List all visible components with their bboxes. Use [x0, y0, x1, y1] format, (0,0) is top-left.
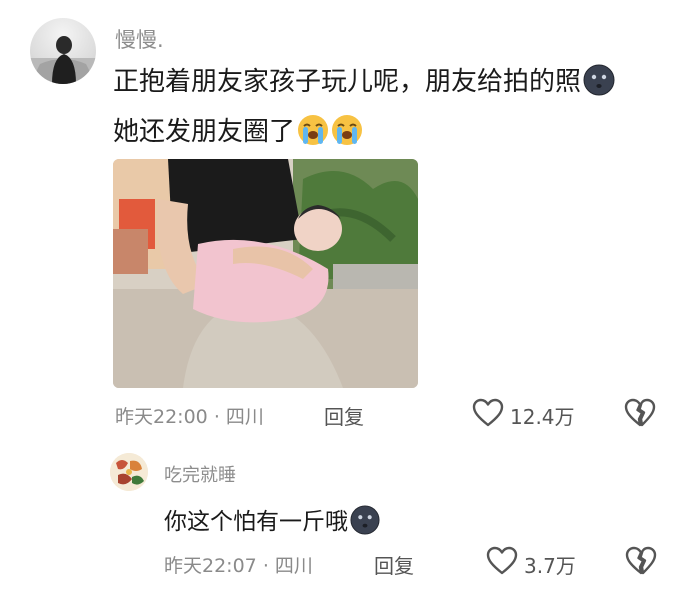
heart-outline-icon — [486, 546, 518, 576]
meta-separator: · — [262, 555, 269, 577]
reply-comment-meta: 昨天22:07 · 四川 — [164, 551, 313, 578]
broken-heart-icon — [625, 546, 657, 576]
main-comment-reply-button[interactable]: 回复 — [324, 401, 364, 430]
reply-comment-like-count: 3.7万 — [524, 554, 576, 578]
reply-comment-username[interactable]: 吃完就睡 — [164, 461, 236, 487]
main-comment-text-line1: 正抱着朋友家孩子玩儿呢，朋友给拍的照 — [113, 64, 615, 101]
meta-separator: · — [213, 406, 220, 428]
reply-comment-reply-button[interactable]: 回复 — [374, 550, 414, 579]
main-comment-text-line2-content: 她还发朋友圈了 — [113, 117, 296, 147]
broken-heart-icon — [624, 398, 656, 428]
main-comment-photo[interactable] — [113, 159, 418, 388]
heart-outline-icon — [472, 398, 504, 428]
loudly-crying-emoji-icon — [331, 114, 363, 151]
reply-comment-like-button[interactable] — [486, 546, 518, 576]
dizzy-face-emoji-icon — [583, 64, 615, 101]
main-comment-username[interactable]: 慢慢. — [115, 24, 164, 54]
main-comment-meta: 昨天22:00 · 四川 — [115, 402, 264, 429]
dizzy-face-emoji-icon — [350, 504, 380, 541]
main-comment-like-button[interactable] — [472, 398, 504, 428]
reply-comment-time: 昨天22:07 — [164, 555, 257, 577]
main-comment-like-count: 12.4万 — [510, 405, 575, 429]
reply-comment-dislike-button[interactable] — [625, 546, 657, 576]
reply-comment-text: 你这个怕有一斤哦 — [164, 502, 380, 541]
main-comment-time: 昨天22:00 — [115, 406, 208, 428]
main-comment-avatar[interactable] — [30, 18, 96, 84]
main-comment-text-line2: 她还发朋友圈了 — [113, 114, 363, 151]
loudly-crying-emoji-icon — [297, 114, 329, 151]
main-comment-location: 四川 — [225, 406, 264, 428]
main-comment-text-line1-content: 正抱着朋友家孩子玩儿呢，朋友给拍的照 — [113, 67, 582, 97]
reply-comment-text-content: 你这个怕有一斤哦 — [164, 509, 348, 535]
reply-comment-location: 四川 — [274, 555, 313, 577]
main-comment-dislike-button[interactable] — [624, 398, 656, 428]
reply-comment-avatar[interactable] — [110, 453, 148, 491]
